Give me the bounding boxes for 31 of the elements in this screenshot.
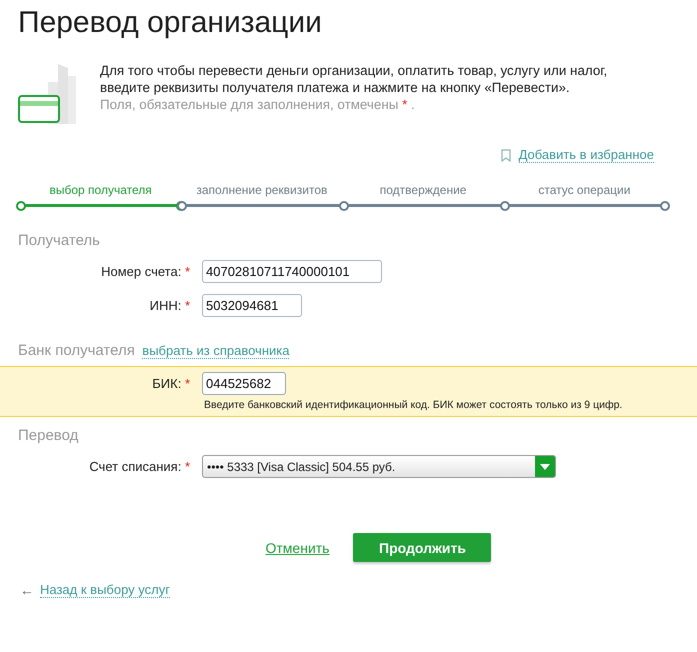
page-title: Перевод организации	[17, 5, 323, 41]
section-title: Перевод	[18, 427, 78, 444]
field-label: ИНН: *	[148, 298, 190, 313]
field-label: Номер счета: *	[100, 264, 190, 279]
cancel-link[interactable]: Отменить	[266, 540, 330, 556]
step-label: выбор получателя	[49, 183, 152, 199]
required-note: Поля, обязательные для заполнения, отмечены * .	[100, 96, 416, 113]
directory-link[interactable]: выбрать из справочника	[142, 343, 290, 359]
input-field[interactable]: 5032094681	[202, 294, 302, 317]
back-link[interactable]: Назад к выбору услуг	[40, 582, 170, 598]
step-node	[338, 201, 348, 211]
step-node	[500, 201, 510, 211]
step-label: подтверждение	[380, 183, 466, 199]
continue-button[interactable]: Продолжить	[353, 533, 492, 562]
account-select[interactable]: •••• 5333 [Visa Classic] 504.55 руб.	[202, 455, 556, 478]
input-field[interactable]: 044525682	[202, 372, 286, 395]
step-label: заполнение реквизитов	[196, 183, 328, 199]
instruction-text: Для того чтобы перевести деньги организации, оплатить товар, услугу или налог, введите реквизиты получателя платежа и нажмите на кнопку «Перевести».	[100, 62, 608, 96]
step-node	[660, 201, 670, 211]
back-arrow-icon: ←	[20, 582, 34, 598]
step-label: статус операции	[538, 183, 630, 199]
section-title: Получатель	[18, 232, 100, 249]
field-label: Счет списания: *	[88, 459, 190, 474]
dropdown-arrow-icon	[540, 464, 550, 470]
input-field[interactable]: 40702810711740000101	[202, 260, 382, 283]
add-to-favorites-link[interactable]: Добавить в избранное	[518, 148, 654, 163]
field-label: БИК: *	[151, 376, 190, 391]
field-hint: Введите банковский идентификационный код. БИК может состоять только из 9 цифр.	[204, 399, 624, 411]
section-title: Банк получателя	[18, 342, 135, 359]
step-node	[16, 201, 26, 211]
bookmark-icon	[500, 149, 511, 162]
